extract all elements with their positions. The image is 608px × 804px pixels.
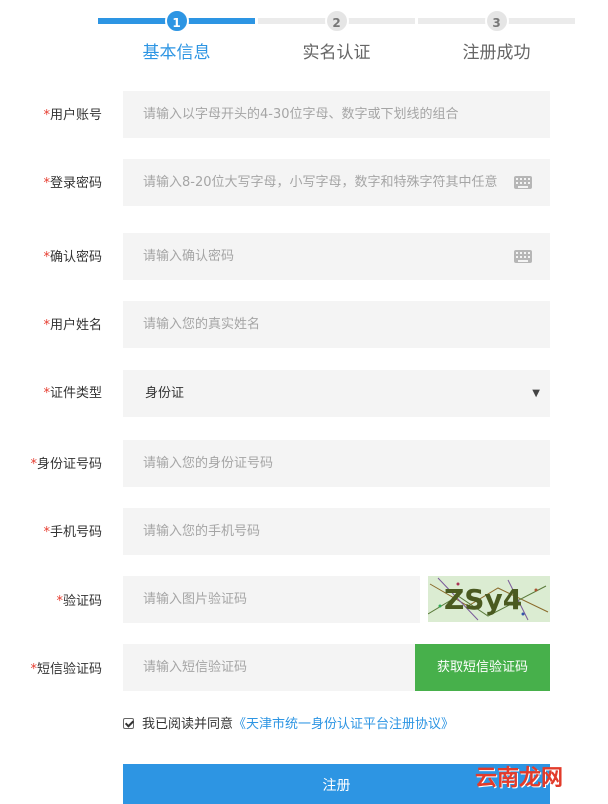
id-number-placeholder: 请输入您的身份证号码 xyxy=(143,456,274,471)
captcha-image[interactable]: ZSy4 xyxy=(428,576,550,622)
phone-label: *手机号码 xyxy=(43,525,102,540)
step-2-label: 实名认证 xyxy=(302,43,371,63)
step-2-number: 2 xyxy=(324,9,349,33)
account-input[interactable]: 请输入以字母开头的4-30位字母、数字或下划线的组合 xyxy=(123,91,550,138)
captcha-input[interactable]: 请输入图片验证码 xyxy=(123,576,420,623)
keyboard-icon[interactable] xyxy=(514,250,532,263)
keyboard-icon[interactable] xyxy=(514,176,532,189)
sms-code-label: *短信验证码 xyxy=(30,662,102,677)
agreement-link[interactable]: 《天津市统一身份认证平台注册协议》 xyxy=(233,717,454,732)
agreement-text: 我已阅读并同意 xyxy=(142,717,234,732)
get-sms-code-button[interactable]: 获取短信验证码 xyxy=(415,644,550,691)
name-placeholder: 请输入您的真实姓名 xyxy=(143,317,261,332)
id-type-label: *证件类型 xyxy=(43,386,102,401)
confirm-password-placeholder: 请输入确认密码 xyxy=(143,249,235,264)
agreement-row: 我已阅读并同意《天津市统一身份认证平台注册协议》 xyxy=(123,713,454,732)
sms-code-placeholder: 请输入短信验证码 xyxy=(143,660,248,675)
step-2: 2 实名认证 xyxy=(258,8,415,68)
account-label: *用户账号 xyxy=(43,108,102,123)
phone-placeholder: 请输入您的手机号码 xyxy=(143,524,261,539)
captcha-text: ZSy4 xyxy=(444,583,522,616)
id-number-input[interactable]: 请输入您的身份证号码 xyxy=(123,440,550,487)
id-number-label: *身份证号码 xyxy=(30,457,102,472)
phone-input[interactable]: 请输入您的手机号码 xyxy=(123,508,550,555)
watermark-logo: 云南龙网 xyxy=(475,766,564,791)
step-1: 1 基本信息 xyxy=(98,8,255,68)
captcha-label: *验证码 xyxy=(56,594,102,609)
step-1-number: 1 xyxy=(164,9,189,33)
step-1-label: 基本信息 xyxy=(142,43,211,63)
password-placeholder: 请输入8-20位大写字母，小写字母，数字和特殊字符其中任意 xyxy=(143,175,498,190)
confirm-password-input[interactable]: 请输入确认密码 xyxy=(123,233,550,280)
agreement-checkbox[interactable] xyxy=(123,718,134,729)
step-3: 3 注册成功 xyxy=(418,8,575,68)
name-input[interactable]: 请输入您的真实姓名 xyxy=(123,301,550,348)
captcha-noise-graphic: ZSy4 xyxy=(428,576,550,622)
captcha-placeholder: 请输入图片验证码 xyxy=(143,592,248,607)
step-3-label: 注册成功 xyxy=(462,43,531,63)
id-type-select[interactable]: 身份证 ▼ xyxy=(123,370,550,417)
password-input[interactable]: 请输入8-20位大写字母，小写字母，数字和特殊字符其中任意 xyxy=(123,159,550,206)
name-label: *用户姓名 xyxy=(43,318,102,333)
step-3-number: 3 xyxy=(484,9,509,33)
sms-code-input[interactable]: 请输入短信验证码 xyxy=(123,644,415,691)
password-label: *登录密码 xyxy=(43,176,102,191)
confirm-password-label: *确认密码 xyxy=(43,250,102,265)
dropdown-arrow-icon: ▼ xyxy=(532,388,540,399)
account-placeholder: 请输入以字母开头的4-30位字母、数字或下划线的组合 xyxy=(143,107,459,122)
step-indicator: 1 基本信息 2 实名认证 3 注册成功 xyxy=(98,8,575,68)
id-type-value: 身份证 xyxy=(145,386,185,401)
